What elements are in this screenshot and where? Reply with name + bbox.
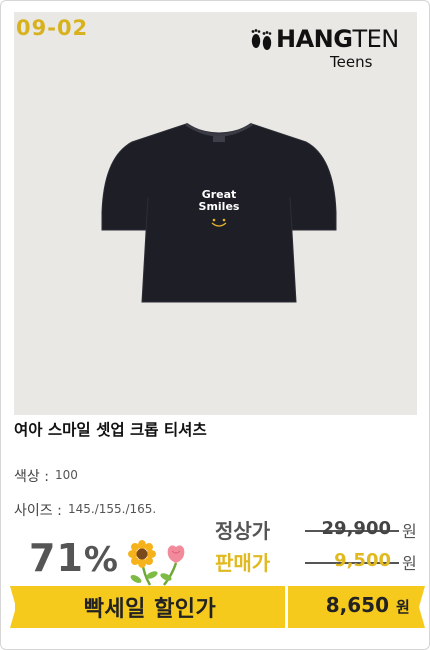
discount-percent: 71 [29, 536, 84, 580]
tshirt-illustration: Great Smiles [101, 122, 337, 303]
brand-name: HANGTEN [276, 25, 399, 53]
sale-price-unit: 원 [402, 554, 417, 573]
promo-bar-price[interactable]: 8,650 [301, 593, 389, 617]
print-line-2: Smiles [199, 200, 240, 213]
product-image[interactable]: 09-02 HANGTEN Teens Great Smiles [14, 12, 417, 415]
sale-price-label: 판매가 [215, 551, 271, 575]
size-label: 사이즈 : [14, 503, 62, 519]
discount-sign: % [83, 540, 119, 580]
product-title[interactable]: 여아 스마일 셋업 크롭 티셔츠 [14, 418, 207, 440]
tshirt-body [101, 123, 337, 303]
promo-bar-unit: 원 [396, 598, 410, 616]
color-value: 100 [55, 468, 78, 482]
discount-rate: 71% [29, 536, 119, 580]
regular-price-value: 29,900 [321, 518, 391, 539]
regular-price-label: 정상가 [215, 519, 271, 543]
promo-bar-right-notch [415, 586, 425, 628]
color-label: 색상 : [14, 469, 49, 485]
brand-logo: HANGTEN Teens [246, 20, 411, 80]
brand-name-light: TEN [352, 25, 399, 53]
brand-name-bold: HANG [276, 25, 353, 53]
footprints-icon [251, 29, 272, 50]
flowers-icon [128, 540, 185, 586]
product-code-badge: 09-02 [16, 16, 89, 40]
brand-sub: Teens [330, 53, 373, 71]
size-value: 145./155./165. [68, 502, 157, 516]
product-card[interactable]: 09-02 HANGTEN Teens Great Smiles 여아 스마일 … [0, 0, 430, 650]
promo-bar-label[interactable]: 빡세일 할인가 [15, 591, 285, 623]
regular-price-unit: 원 [402, 522, 417, 541]
sale-price-value: 9,500 [334, 550, 391, 571]
tshirt-tag [213, 136, 225, 142]
